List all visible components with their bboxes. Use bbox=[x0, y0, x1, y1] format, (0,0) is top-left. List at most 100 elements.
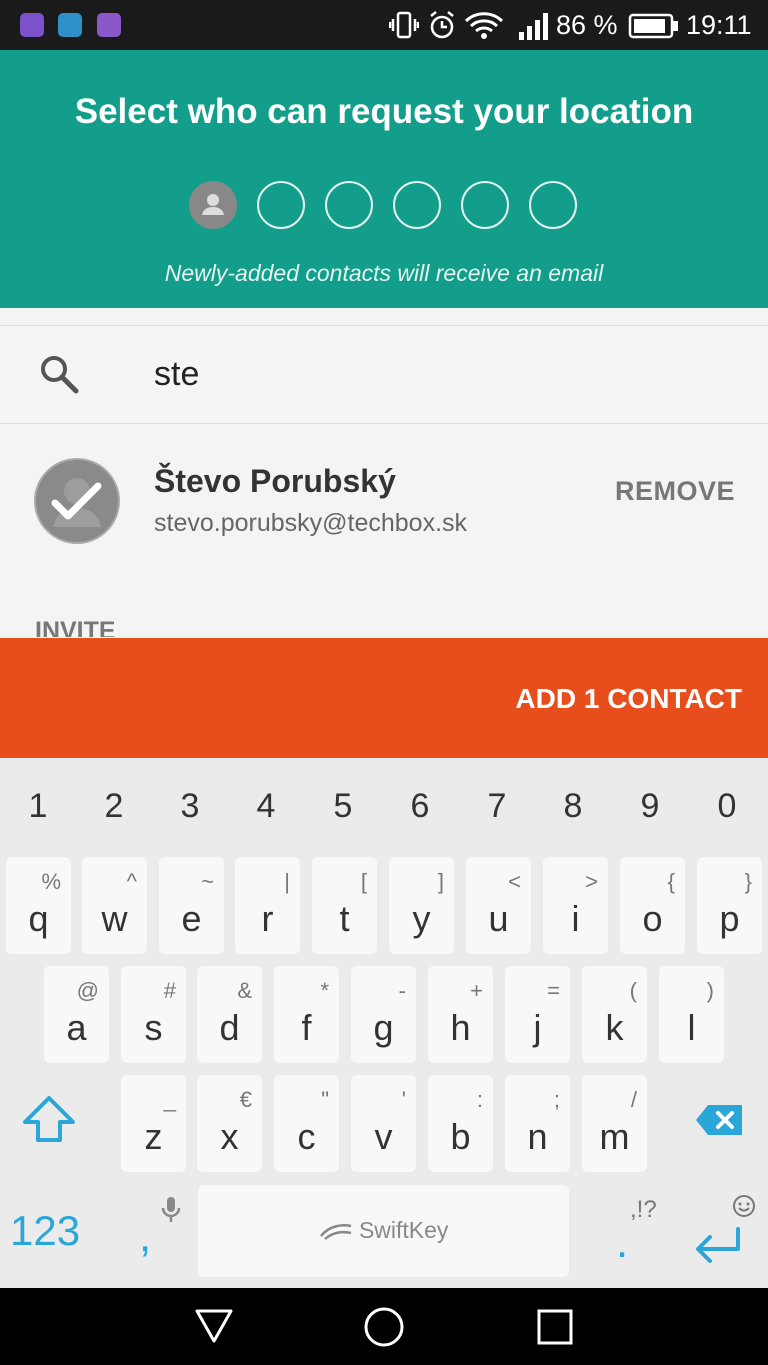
key-secondary: * bbox=[320, 978, 329, 1003]
key-label: p bbox=[719, 898, 740, 939]
key-label: l bbox=[687, 1007, 696, 1048]
key-label: x bbox=[220, 1116, 239, 1157]
key-r[interactable]: | r bbox=[235, 857, 300, 954]
key-h[interactable]: + h bbox=[428, 966, 493, 1063]
contact-slot-2 bbox=[257, 181, 305, 229]
page-title: Select who can request your location bbox=[74, 92, 694, 131]
key-k[interactable]: (k bbox=[582, 966, 647, 1063]
key-d[interactable]: & d bbox=[197, 966, 262, 1063]
key-0[interactable]: 0 bbox=[692, 787, 762, 826]
key-2[interactable]: 2 bbox=[79, 787, 149, 826]
key-b[interactable]: :b bbox=[428, 1075, 493, 1172]
space-bar[interactable]: SwiftKey bbox=[198, 1185, 569, 1277]
key-z[interactable]: _ z bbox=[121, 1075, 186, 1172]
key-secondary: | bbox=[284, 869, 290, 894]
key-9[interactable]: 9 bbox=[615, 787, 685, 826]
period-key[interactable]: . bbox=[616, 1218, 628, 1268]
key-w[interactable]: ^ w bbox=[82, 857, 147, 954]
key-secondary: & bbox=[237, 978, 252, 1003]
key-a[interactable]: @ a bbox=[44, 966, 109, 1063]
key-o[interactable]: {o bbox=[620, 857, 685, 954]
key-n[interactable]: ; n bbox=[505, 1075, 570, 1172]
numbers-mode-key[interactable]: 123 bbox=[10, 1207, 80, 1255]
key-e[interactable]: ~ e bbox=[159, 857, 224, 954]
contact-slot-1[interactable] bbox=[189, 181, 237, 229]
key-label: n bbox=[527, 1116, 548, 1157]
key-s[interactable]: # s bbox=[121, 966, 186, 1063]
key-y[interactable]: ] y bbox=[389, 857, 454, 954]
key-secondary: + bbox=[470, 978, 483, 1003]
key-f[interactable]: * f bbox=[274, 966, 339, 1063]
key-label: h bbox=[450, 1007, 471, 1048]
key-m[interactable]: / m bbox=[582, 1075, 647, 1172]
key-secondary: ; bbox=[553, 1087, 560, 1112]
search-icon bbox=[38, 353, 80, 400]
key-7[interactable]: 7 bbox=[462, 787, 532, 826]
key-label: g bbox=[373, 1007, 394, 1048]
search-bar[interactable] bbox=[0, 326, 768, 424]
key-label: e bbox=[181, 898, 202, 939]
contact-slot-5 bbox=[461, 181, 509, 229]
backspace-icon[interactable] bbox=[694, 1103, 744, 1142]
selected-contact-avatar bbox=[33, 457, 121, 550]
gallery-app-icon bbox=[97, 13, 121, 37]
key-u[interactable]: < u bbox=[466, 857, 531, 954]
weather-app-icon bbox=[58, 13, 82, 37]
key-i[interactable]: > i bbox=[543, 857, 608, 954]
key-label: y bbox=[412, 898, 431, 939]
key-secondary: < bbox=[508, 869, 521, 894]
key-secondary: = bbox=[547, 978, 560, 1003]
search-input[interactable]: ste bbox=[154, 355, 199, 394]
key-secondary: @ bbox=[76, 978, 99, 1003]
key-c[interactable]: " c bbox=[274, 1075, 339, 1172]
recents-icon[interactable] bbox=[537, 1309, 573, 1350]
signal-icon bbox=[518, 12, 552, 45]
battery-percent: 86 % bbox=[556, 10, 618, 40]
key-4[interactable]: 4 bbox=[231, 787, 301, 826]
key-label: d bbox=[219, 1007, 240, 1048]
emoji-icon[interactable] bbox=[732, 1194, 756, 1223]
header-subtitle: Newly-added contacts will receive an ema… bbox=[164, 260, 604, 286]
clock: 19:11 bbox=[686, 10, 752, 40]
key-x[interactable]: € x bbox=[197, 1075, 262, 1172]
add-contact-button[interactable]: ADD 1 CONTACT bbox=[515, 683, 742, 715]
key-secondary: : bbox=[476, 1087, 483, 1112]
key-l[interactable]: ) l bbox=[659, 966, 724, 1063]
key-j[interactable]: = j bbox=[505, 966, 570, 1063]
key-secondary: } bbox=[744, 869, 752, 894]
key-label: b bbox=[450, 1116, 471, 1157]
key-3[interactable]: 3 bbox=[155, 787, 225, 826]
key-secondary: > bbox=[585, 869, 598, 894]
home-icon[interactable] bbox=[363, 1306, 405, 1353]
key-label: f bbox=[301, 1007, 312, 1048]
shift-icon[interactable] bbox=[20, 1094, 78, 1149]
key-label: w bbox=[101, 898, 128, 939]
key-5[interactable]: 5 bbox=[308, 787, 378, 826]
key-secondary: # bbox=[163, 978, 176, 1003]
key-label: s bbox=[144, 1007, 163, 1048]
status-bar: 86 % 19:11 bbox=[0, 0, 768, 50]
key-1[interactable]: 1 bbox=[3, 787, 73, 826]
key-t[interactable]: [t bbox=[312, 857, 377, 954]
key-secondary: { bbox=[667, 869, 675, 894]
enter-icon[interactable] bbox=[692, 1225, 744, 1274]
key-8[interactable]: 8 bbox=[538, 787, 608, 826]
key-6[interactable]: 6 bbox=[385, 787, 455, 826]
key-q[interactable]: % q bbox=[6, 857, 71, 954]
key-secondary: € bbox=[239, 1087, 252, 1112]
key-p[interactable]: } p bbox=[697, 857, 762, 954]
contact-email: stevo.porubsky@techbox.sk bbox=[154, 509, 468, 537]
comma-key[interactable]: , bbox=[139, 1212, 151, 1262]
keyboard-app-icon bbox=[20, 13, 44, 37]
key-label: a bbox=[66, 1007, 87, 1048]
key-label: v bbox=[374, 1116, 393, 1157]
contact-name: Števo Porubský bbox=[154, 463, 396, 499]
key-secondary: ( bbox=[629, 978, 637, 1003]
remove-button[interactable]: REMOVE bbox=[615, 476, 735, 507]
wifi-icon bbox=[464, 11, 504, 46]
key-g[interactable]: -g bbox=[351, 966, 416, 1063]
key-label: j bbox=[533, 1007, 542, 1048]
key-secondary: " bbox=[321, 1087, 329, 1112]
key-v[interactable]: ' v bbox=[351, 1075, 416, 1172]
back-icon[interactable] bbox=[194, 1307, 234, 1350]
